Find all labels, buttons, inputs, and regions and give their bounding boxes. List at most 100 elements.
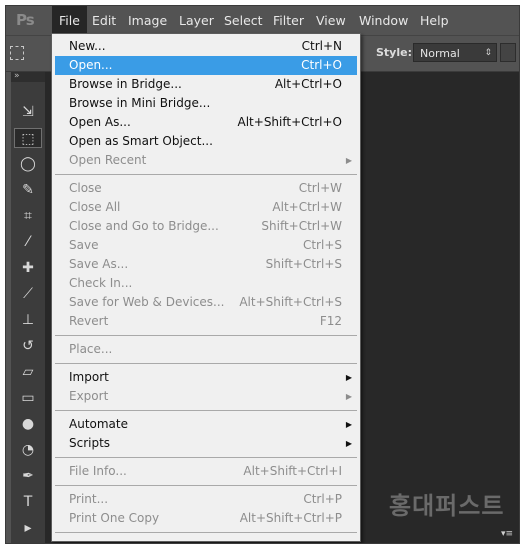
submenu-arrow-icon: ▶ (345, 373, 352, 382)
menu-item-label: Automate (69, 417, 128, 431)
panel-menu-icon[interactable]: ▾≡ (501, 529, 513, 539)
menu-item-label: Check In... (69, 276, 133, 290)
menu-item-label: Place... (69, 342, 113, 356)
submenu-arrow-icon: ▶ (345, 392, 352, 401)
menu-item-automate[interactable]: Automate ▶ (55, 415, 357, 434)
path-selection-tool-icon[interactable]: ▸ (14, 518, 42, 538)
menu-item-save-for-web-devices[interactable]: Save for Web & Devices... Alt+Shift+Ctrl+… (55, 293, 357, 312)
menu-item-label: Import (69, 370, 109, 384)
clone-stamp-tool-icon[interactable]: ⊥ (14, 310, 42, 330)
menu-item-shortcut: Ctrl+N (301, 39, 342, 53)
menu-item-label: Print... (69, 492, 109, 506)
crop-tool-icon[interactable]: ⌗ (14, 206, 42, 226)
menu-item-shortcut: Alt+Shift+Ctrl+P (239, 511, 342, 525)
style-dropdown[interactable]: Normal ⇕ (413, 43, 497, 62)
menu-item-save-as[interactable]: Save As... Shift+Ctrl+S (55, 255, 357, 274)
menu-image[interactable]: Image (128, 6, 167, 35)
move-tool-icon[interactable]: ⇲ (14, 102, 42, 122)
submenu-arrow-icon: ▶ (345, 420, 352, 429)
menu-item-close-all[interactable]: Close All Alt+Ctrl+W (55, 198, 357, 217)
menu-item-shortcut: Alt+Shift+Ctrl+S (239, 295, 342, 309)
tools-panel: » ⇲ ⬚ ◯ ✎ ⌗ ⁄ ✚ ⟋ ⊥ ↺ ▱ ▭ ● ◔ ✒ T ▸ (11, 72, 45, 543)
menu-item-browse-in-bridge[interactable]: Browse in Bridge... Alt+Ctrl+O (55, 75, 357, 94)
menu-item-export[interactable]: Export ▶ (55, 387, 357, 406)
eyedropper-tool-icon[interactable]: ⁄ (14, 232, 42, 252)
menu-item-label: Open Recent (69, 153, 147, 167)
menu-item-label: New... (69, 39, 106, 53)
marquee-preset-icon[interactable] (10, 46, 24, 60)
menu-item-label: Scripts (69, 436, 111, 450)
menu-separator (55, 174, 357, 175)
menu-item-shortcut: Alt+Ctrl+O (274, 77, 342, 91)
gradient-tool-icon[interactable]: ▭ (14, 388, 42, 408)
type-tool-icon[interactable]: T (14, 492, 42, 512)
menu-separator (55, 363, 357, 364)
menu-item-shortcut: Ctrl+O (301, 58, 342, 72)
watermark: 홍대퍼스트 (389, 492, 505, 520)
menu-item-place[interactable]: Place... (55, 340, 357, 359)
menu-item-browse-in-mini-bridge[interactable]: Browse in Mini Bridge... (55, 94, 357, 113)
pen-tool-icon[interactable]: ✒ (14, 466, 42, 486)
dropdown-arrows-icon: ⇕ (484, 48, 492, 58)
menu-separator (55, 410, 357, 411)
menu-item-shortcut: Alt+Shift+Ctrl+O (237, 115, 342, 129)
dodge-tool-icon[interactable]: ◔ (14, 440, 42, 460)
marquee-tool-icon[interactable]: ⬚ (14, 128, 42, 148)
menu-item-label: Export (69, 389, 109, 403)
menu-item-shortcut: Ctrl+P (303, 492, 342, 506)
submenu-arrow-icon: ▶ (345, 156, 352, 165)
menu-view[interactable]: View (316, 6, 346, 35)
menu-item-label: Open... (69, 58, 113, 72)
menu-bar: Ps File Edit Image Layer Select Filter V… (6, 6, 519, 35)
lasso-tool-icon[interactable]: ◯ (14, 154, 42, 174)
brush-tool-icon[interactable]: ⟋ (14, 284, 42, 304)
menu-item-shortcut: Alt+Ctrl+W (272, 200, 342, 214)
menu-item-label: Browse in Mini Bridge... (69, 96, 211, 110)
menu-item-open-as[interactable]: Open As... Alt+Shift+Ctrl+O (55, 113, 357, 132)
menu-filter[interactable]: Filter (273, 6, 304, 35)
style-label: Style: (376, 46, 412, 59)
refine-edge-button[interactable] (500, 43, 516, 62)
panel-collapse-grip[interactable]: » (11, 72, 45, 82)
menu-item-revert[interactable]: Revert F12 (55, 312, 357, 331)
menu-item-label: Close and Go to Bridge... (69, 219, 219, 233)
menu-edit[interactable]: Edit (92, 6, 116, 35)
menu-item-import[interactable]: Import ▶ (55, 368, 357, 387)
menu-item-save[interactable]: Save Ctrl+S (55, 236, 357, 255)
healing-brush-tool-icon[interactable]: ✚ (14, 258, 42, 278)
menu-help[interactable]: Help (420, 6, 449, 35)
menu-item-file-info[interactable]: File Info... Alt+Shift+Ctrl+I (55, 462, 357, 481)
menu-item-shortcut: Ctrl+W (298, 181, 342, 195)
menu-item-label: Open as Smart Object... (69, 134, 213, 148)
menu-item-print[interactable]: Print... Ctrl+P (55, 490, 357, 509)
menu-item-new[interactable]: New... Ctrl+N (55, 37, 357, 56)
menu-item-open-as-smart-object[interactable]: Open as Smart Object... (55, 132, 357, 151)
style-dropdown-value: Normal (420, 47, 460, 60)
quick-selection-tool-icon[interactable]: ✎ (14, 180, 42, 200)
submenu-arrow-icon: ▶ (345, 439, 352, 448)
blur-tool-icon[interactable]: ● (14, 414, 42, 434)
menu-item-label: Save (69, 238, 99, 252)
menu-file[interactable]: File (52, 6, 87, 35)
menu-item-label: Print One Copy (69, 511, 160, 525)
menu-item-open[interactable]: Open... Ctrl+O (55, 56, 357, 75)
menu-item-close-and-go-to-bridge[interactable]: Close and Go to Bridge... Shift+Ctrl+W (55, 217, 357, 236)
menu-item-close[interactable]: Close Ctrl+W (55, 179, 357, 198)
menu-item-print-one-copy[interactable]: Print One Copy Alt+Shift+Ctrl+P (55, 509, 357, 528)
menu-separator (55, 532, 357, 533)
menu-item-shortcut: F12 (319, 314, 342, 328)
menu-item-scripts[interactable]: Scripts ▶ (55, 434, 357, 453)
menu-window[interactable]: Window (359, 6, 408, 35)
menu-item-label: Save As... (69, 257, 129, 271)
menu-item-open-recent[interactable]: Open Recent ▶ (55, 151, 357, 170)
menu-item-label: Revert (69, 314, 109, 328)
menu-item-label: Browse in Bridge... (69, 77, 182, 91)
menu-separator (55, 335, 357, 336)
file-menu-dropdown: New... Ctrl+N Open... Ctrl+O Browse in Bridg… (51, 33, 361, 542)
eraser-tool-icon[interactable]: ▱ (14, 362, 42, 382)
menu-item-check-in[interactable]: Check In... (55, 274, 357, 293)
menu-select[interactable]: Select (224, 6, 263, 35)
menu-item-label: Save for Web & Devices... (69, 295, 225, 309)
history-brush-tool-icon[interactable]: ↺ (14, 336, 42, 356)
menu-layer[interactable]: Layer (179, 6, 214, 35)
